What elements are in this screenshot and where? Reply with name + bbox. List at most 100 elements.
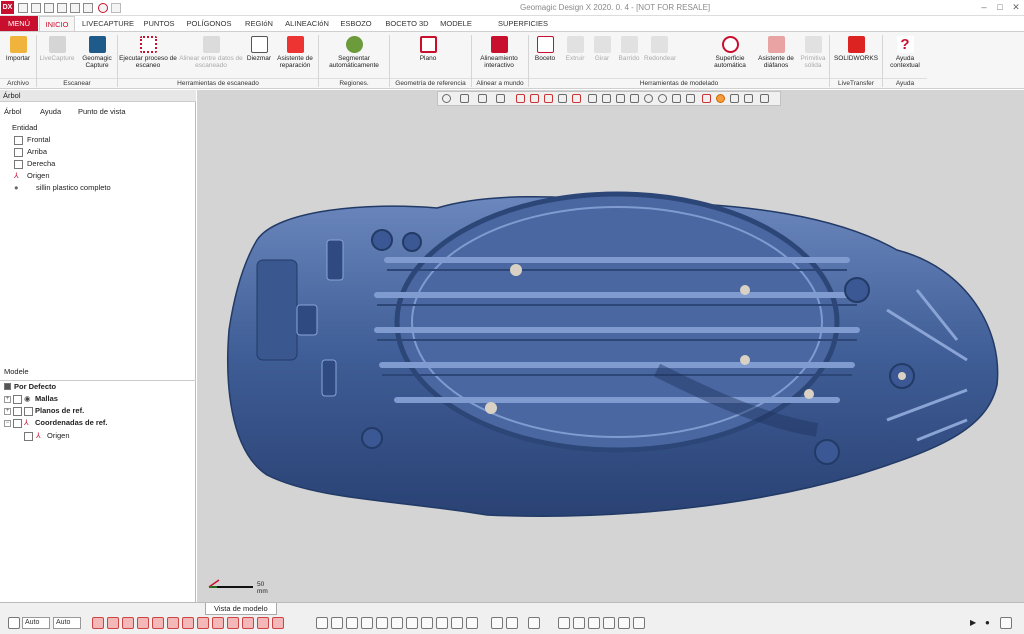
geomagic-capture-button[interactable]: Geomagic Capture [78, 34, 116, 78]
filter-icon[interactable] [152, 617, 164, 629]
revolve-button[interactable]: Girar [590, 34, 614, 78]
tab-modele[interactable]: MODELE [436, 16, 476, 31]
record-icon[interactable] [1000, 617, 1012, 629]
play-icon[interactable]: ▶ [970, 617, 982, 629]
filter-icon[interactable] [182, 617, 194, 629]
maximize-icon[interactable]: □ [994, 1, 1006, 13]
filter-icon[interactable] [107, 617, 119, 629]
tab-menu[interactable]: MENÚ [0, 16, 38, 31]
tab-poligonos[interactable]: POLÍGONOS [182, 16, 236, 31]
model-root[interactable]: Por Defecto [14, 382, 56, 392]
zoom-icon[interactable] [346, 617, 358, 629]
repair-wizard-button[interactable]: Asistente de reparación [274, 34, 316, 78]
sketch-button[interactable]: Boceto [531, 34, 559, 78]
model-view-tab[interactable]: Vista de modelo [205, 603, 277, 615]
save-icon[interactable] [44, 3, 54, 13]
view-icon[interactable] [491, 617, 503, 629]
tab-alineacion[interactable]: ALINEACIóN [282, 16, 332, 31]
tab-superficies-exactas[interactable]: SUPERFICIES EXACTAS [483, 16, 563, 43]
zoom-icon[interactable] [436, 617, 448, 629]
solid-primitive-button[interactable]: Primitiva sólida [798, 34, 828, 78]
expand-icon[interactable]: − [4, 420, 11, 427]
filter-icon[interactable] [242, 617, 254, 629]
filter-icon[interactable] [257, 617, 269, 629]
tab-ayuda[interactable]: Ayuda [40, 107, 61, 117]
model-item-coordenadas[interactable]: Coordenadas de ref. [35, 418, 108, 428]
filter-icon[interactable] [122, 617, 134, 629]
auto-combo-2[interactable]: Auto [53, 617, 81, 629]
view-icon[interactable] [506, 617, 518, 629]
zoom-icon[interactable] [316, 617, 328, 629]
tab-inicio[interactable]: INICIO [39, 16, 75, 31]
tree-item-arriba[interactable]: Arriba [27, 147, 47, 157]
solidworks-button[interactable]: SOLIDWORKS [832, 34, 880, 78]
tab-esbozo[interactable]: ESBOZO [336, 16, 376, 31]
extrude-button[interactable]: Extruir [562, 34, 588, 78]
tab-arbol[interactable]: Árbol [4, 107, 22, 117]
undo-icon[interactable] [98, 3, 108, 13]
model-item-planos[interactable]: Planos de ref. [35, 406, 84, 416]
settings-icon[interactable] [83, 3, 93, 13]
close-icon[interactable]: ✕ [1010, 1, 1022, 13]
filter-icon[interactable] [212, 617, 224, 629]
tab-puntos[interactable]: PUNTOS [140, 16, 178, 31]
plane-button[interactable]: Plano [404, 34, 452, 78]
app-logo[interactable]: DX [1, 1, 14, 14]
model-viewport[interactable]: 50 mm [197, 90, 1024, 602]
livecapture-button[interactable]: LiveCapture [38, 34, 76, 78]
tab-punto-de-vista[interactable]: Punto de vista [78, 107, 126, 117]
filter-icon[interactable] [197, 617, 209, 629]
expand-icon[interactable]: + [4, 396, 11, 403]
decimate-button[interactable]: Diezmar [245, 34, 273, 78]
tree-item-sillin[interactable]: sillin plastico completo [36, 183, 111, 193]
filter-icon[interactable] [137, 617, 149, 629]
sweep-button[interactable]: Barrido [616, 34, 642, 78]
view-icon[interactable] [528, 617, 540, 629]
auto-combo-1[interactable]: Auto [22, 617, 50, 629]
stop-icon[interactable]: ● [985, 617, 997, 629]
context-help-button[interactable]: ? Ayuda contextual [884, 34, 926, 78]
screenshot-icon[interactable] [70, 3, 80, 13]
tool-icon[interactable] [588, 617, 600, 629]
zoom-icon[interactable] [421, 617, 433, 629]
interactive-alignment-button[interactable]: Alineamiento interactivo [474, 34, 524, 78]
open-file-icon[interactable] [31, 3, 41, 13]
import-button[interactable]: Importar [2, 34, 34, 78]
model-item-mallas[interactable]: Mallas [35, 394, 58, 404]
tab-region[interactable]: REGIóN [240, 16, 278, 31]
tree-item-frontal[interactable]: Frontal [27, 135, 50, 145]
filter-icon[interactable] [167, 617, 179, 629]
new-file-icon[interactable] [18, 3, 28, 13]
visibility-checkbox[interactable] [13, 407, 22, 416]
zoom-icon[interactable] [331, 617, 343, 629]
model-item-origen[interactable]: Origen [47, 431, 70, 441]
tab-boceto-3d[interactable]: BOCETO 3D [382, 16, 432, 31]
zoom-icon[interactable] [361, 617, 373, 629]
zoom-icon[interactable] [376, 617, 388, 629]
tab-livecapture[interactable]: LIVECAPTURE [78, 16, 138, 31]
filter-icon[interactable] [227, 617, 239, 629]
filter-icon[interactable] [92, 617, 104, 629]
tool-icon[interactable] [573, 617, 585, 629]
visibility-checkbox[interactable] [13, 395, 22, 404]
align-scan-data-button[interactable]: Alinear entre datos de escaneado [178, 34, 244, 78]
visibility-checkbox[interactable] [13, 419, 22, 428]
tool-icon[interactable] [558, 617, 570, 629]
tree-item-derecha[interactable]: Derecha [27, 159, 55, 169]
expand-icon[interactable]: + [4, 408, 11, 415]
minimize-icon[interactable]: – [978, 1, 990, 13]
zoom-icon[interactable] [451, 617, 463, 629]
draft-wizard-button[interactable]: Asistente de diáfanos [755, 34, 797, 78]
tool-icon[interactable] [603, 617, 615, 629]
zoom-icon[interactable] [466, 617, 478, 629]
auto-segment-button[interactable]: Segmentar automáticamente [322, 34, 386, 78]
import-icon[interactable] [57, 3, 67, 13]
fillet-button[interactable]: Redondear [644, 34, 676, 78]
mesh-model[interactable] [197, 90, 1024, 602]
visibility-checkbox[interactable] [24, 432, 33, 441]
redo-icon[interactable] [111, 3, 121, 13]
tool-icon[interactable] [618, 617, 630, 629]
zoom-icon[interactable] [391, 617, 403, 629]
run-scan-process-button[interactable]: Ejecutar proceso de escaneo [119, 34, 177, 78]
zoom-icon[interactable] [406, 617, 418, 629]
